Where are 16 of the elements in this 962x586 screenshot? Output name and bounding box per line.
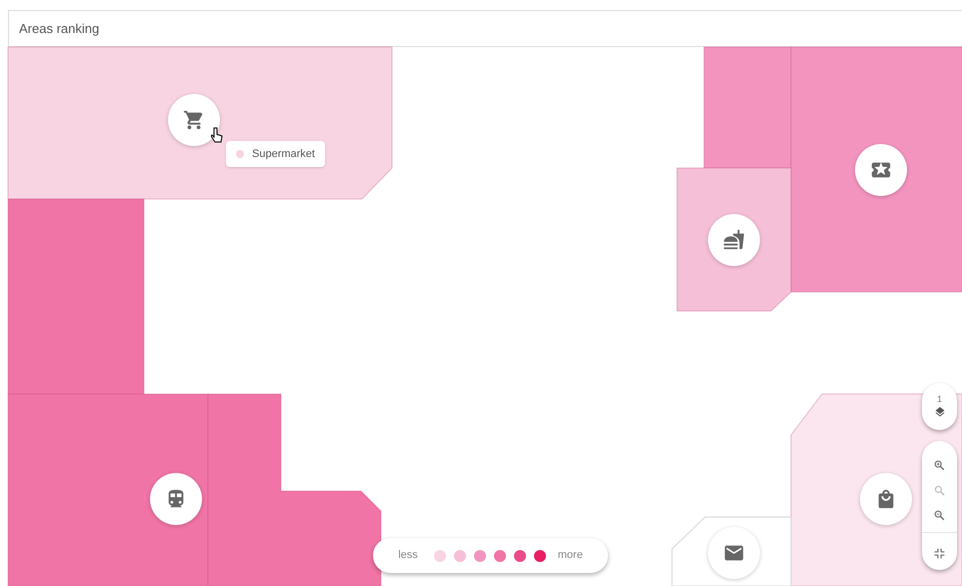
floor-number: 1 — [936, 394, 942, 404]
map-area[interactable] — [208, 394, 382, 586]
collapse-icon — [933, 546, 946, 560]
zoom-out-icon — [933, 508, 946, 522]
map-area[interactable] — [8, 394, 208, 586]
cart-icon — [183, 109, 205, 131]
map-area[interactable] — [790, 46, 962, 292]
pointer-cursor-icon — [211, 127, 223, 143]
zoom-reset-icon — [933, 484, 946, 496]
zoom-in-icon — [933, 458, 946, 472]
legend-low-label: less — [398, 548, 418, 564]
burger-drink-icon — [723, 229, 745, 251]
layers-icon — [934, 406, 946, 418]
legend-high-label: more — [558, 548, 583, 564]
tooltip-label: Supermarket — [252, 146, 315, 162]
panel-title: Areas ranking — [19, 20, 100, 38]
